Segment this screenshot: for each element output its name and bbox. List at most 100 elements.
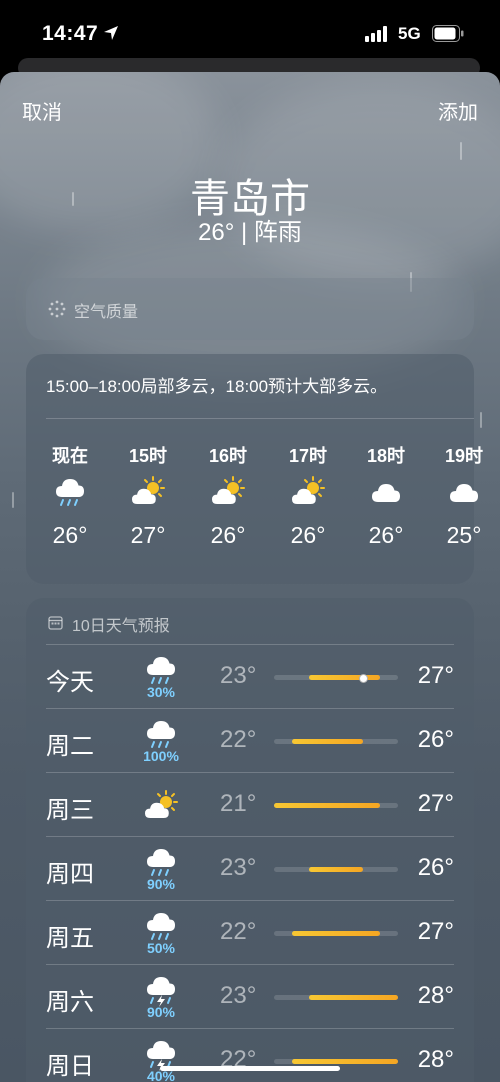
hourly-item: 现在 26° (40, 442, 100, 549)
add-button[interactable]: 添加 (438, 96, 478, 125)
ten-day-header: 10日天气预报 (72, 618, 170, 635)
air-quality-label: 空气质量 (74, 304, 139, 321)
hourly-item: 15时 27° (118, 442, 178, 549)
low-temp: 23° (220, 854, 257, 881)
temp-range-track (274, 803, 398, 808)
cloud-rain-icon (56, 479, 84, 506)
hour-icon-wrap (211, 476, 245, 510)
rain-streak (480, 412, 482, 428)
temp-range-bar (309, 867, 363, 872)
temp-range-track (274, 674, 398, 683)
hour-icon-wrap (369, 476, 403, 510)
hourly-forecast-card[interactable]: 15:00–18:00局部多云，18:00预计大部多云。 现在 26° 15时 2… (26, 354, 483, 584)
day-label: 周四 (46, 861, 94, 888)
daily-row[interactable]: 周五 50% 22° 27° (46, 900, 454, 964)
hour-label: 15时 (128, 446, 168, 466)
hourly-item: 17时 26° (278, 442, 338, 549)
ten-day-forecast-card[interactable]: 10日天气预报 今天 30% 23° 27° 周二 100% 22° 26° 周… (26, 598, 474, 1082)
air-quality-card[interactable]: 空气质量 (26, 278, 474, 340)
day-label: 周三 (46, 797, 94, 824)
divider (46, 708, 454, 709)
divider (46, 900, 454, 901)
cancel-button[interactable]: 取消 (22, 96, 62, 125)
high-temp: 27° (417, 918, 454, 945)
precip-chance: 100% (143, 748, 179, 764)
precip-chance: 30% (146, 684, 176, 700)
cloud-sun-icon (292, 476, 325, 504)
day-icon-wrap (144, 974, 178, 1007)
daily-row[interactable]: 周二 100% 22° 26° (46, 708, 454, 772)
high-temp: 26° (417, 726, 454, 753)
temp-range-bar (291, 739, 363, 744)
rain-streak (12, 492, 14, 508)
precip-chance: 50% (146, 940, 176, 956)
temp-range-track (274, 995, 398, 1000)
low-temp: 22° (220, 918, 257, 945)
day-label: 周六 (46, 989, 94, 1016)
temp-range-track (274, 739, 398, 744)
hour-icon-wrap (53, 476, 87, 510)
temp-range-bar (309, 675, 381, 680)
day-label: 周五 (46, 925, 94, 952)
high-temp: 27° (417, 662, 454, 689)
low-temp: 23° (220, 662, 257, 689)
cloud-bolt-rain-icon (147, 977, 175, 1007)
temp-range-track (274, 1059, 398, 1064)
daily-row[interactable]: 周六 90% 23° 28° (46, 964, 454, 1028)
cloud-rain-icon (147, 849, 175, 876)
status-bar: 14:47 5G (0, 0, 500, 62)
low-temp: 23° (220, 982, 257, 1009)
daily-row[interactable]: 周四 90% 23° 26° (46, 836, 454, 900)
hour-temp: 25° (446, 522, 482, 548)
hour-temp: 27° (130, 522, 166, 548)
weather-sheet: 取消 添加 青岛市 26° | 阵雨 空气质量 15:00–18:00局部多云，… (0, 72, 500, 1082)
day-label: 今天 (46, 669, 94, 696)
cloud-sun-icon (145, 790, 178, 818)
hour-label: 17时 (288, 446, 328, 466)
network-type: 5G (398, 24, 421, 43)
high-temp: 26° (417, 854, 454, 881)
precip-chance: 90% (146, 1004, 176, 1020)
daily-row[interactable]: 周日 40% 22° 28° (46, 1028, 454, 1082)
hourly-item: 18时 26° (356, 442, 416, 549)
location-arrow-icon (104, 26, 118, 40)
current-conditions: 26° | 阵雨 (198, 219, 302, 246)
cloud-sun-icon (212, 476, 245, 504)
hour-temp: 26° (290, 522, 326, 548)
high-temp: 27° (417, 790, 454, 817)
divider (46, 1028, 454, 1029)
divider (46, 644, 454, 645)
divider (46, 418, 474, 419)
air-quality-icon (48, 300, 66, 318)
temp-range-bar (291, 931, 381, 936)
day-icon-wrap (144, 1038, 178, 1071)
cloud-sun-icon (132, 476, 165, 504)
day-label: 周二 (46, 733, 94, 760)
low-temp: 21° (220, 790, 257, 817)
divider (46, 772, 454, 773)
daily-row[interactable]: 今天 30% 23° 27° (46, 644, 454, 708)
day-icon-wrap (144, 846, 178, 876)
low-temp: 22° (220, 726, 257, 753)
hourly-item: 16时 26° (198, 442, 258, 549)
day-icon-wrap (144, 654, 178, 684)
temp-range-bar (309, 995, 398, 1000)
temp-range-track (274, 867, 398, 872)
temp-range-bar (274, 803, 381, 808)
cloud-icon (372, 484, 400, 502)
hour-icon-wrap (291, 476, 325, 510)
temp-range-bar (291, 1059, 398, 1064)
divider (46, 836, 454, 837)
current-temp-dot (359, 674, 369, 683)
home-indicator (160, 1066, 340, 1071)
hourly-item: 19时 25° (434, 442, 494, 549)
hour-label: 现在 (52, 446, 88, 466)
hourly-summary: 15:00–18:00局部多云，18:00预计大部多云。 (46, 377, 388, 396)
divider (46, 964, 454, 965)
hour-temp: 26° (368, 522, 404, 548)
high-temp: 28° (417, 982, 454, 1009)
daily-row[interactable]: 周三 21° 27° (46, 772, 454, 836)
day-icon-wrap (144, 718, 178, 748)
cloud-rain-icon (147, 721, 175, 748)
day-label: 周日 (46, 1053, 94, 1080)
